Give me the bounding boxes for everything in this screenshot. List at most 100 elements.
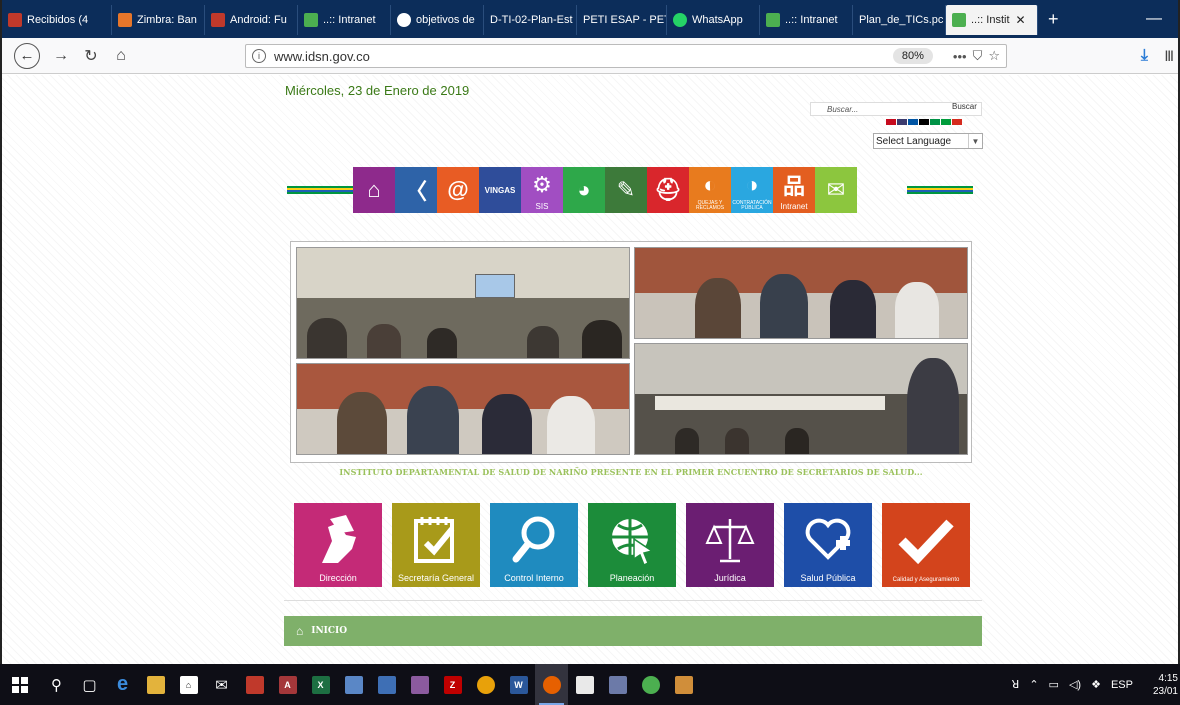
owl-icon[interactable]: ◕ xyxy=(563,167,605,213)
file-explorer-icon[interactable] xyxy=(139,664,172,705)
notepad-icon[interactable]: ✎ xyxy=(605,167,647,213)
excel-icon[interactable]: X xyxy=(304,664,337,705)
navigation-bar: ← → ↻ ⌂ i www.idsn.gov.co 80% ••• ⛉ ☆ ⤓ … xyxy=(2,38,1178,74)
tile-control-interno[interactable]: Control Interno xyxy=(490,503,578,587)
flag-icon[interactable] xyxy=(941,119,951,125)
search-button[interactable]: Buscar xyxy=(952,102,977,111)
tab[interactable]: Android: Fu xyxy=(205,5,298,35)
sis-icon[interactable]: ⚙ SIS xyxy=(521,167,563,213)
system-tray: ꓤ ⌃ ▭ ◁) ❖ ESP 4:15 23/01 xyxy=(1002,664,1180,705)
home-button[interactable]: ⌂ xyxy=(112,47,130,65)
flag-icon[interactable] xyxy=(919,119,929,125)
flag-icon[interactable] xyxy=(886,119,896,125)
flag-icon[interactable] xyxy=(908,119,918,125)
flag-icon[interactable] xyxy=(930,119,940,125)
tab[interactable]: Zimbra: Ban xyxy=(112,5,205,35)
forward-button[interactable]: → xyxy=(52,47,70,65)
app-icon[interactable] xyxy=(238,664,271,705)
browser-tab-bar: Recibidos (4 Zimbra: Ban Android: Fu ..:… xyxy=(2,0,1178,38)
page-actions-icon[interactable]: ••• xyxy=(953,49,967,64)
colombia-stripe-left xyxy=(287,186,353,194)
flag-icon[interactable] xyxy=(897,119,907,125)
tab[interactable]: ..:: Intranet xyxy=(298,5,391,35)
bookmark-star-icon[interactable]: ☆ xyxy=(988,48,1000,64)
divider xyxy=(284,600,982,601)
paint-icon[interactable] xyxy=(667,664,700,705)
clock[interactable]: 4:15 23/01 xyxy=(1143,672,1178,698)
flag-icon[interactable] xyxy=(952,119,962,125)
task-view-icon[interactable]: ▢ xyxy=(73,664,106,705)
magnifier-icon xyxy=(490,513,578,567)
windows-start-icon[interactable] xyxy=(0,664,40,705)
email-at-icon[interactable]: @ xyxy=(437,167,479,213)
tab[interactable]: WhatsApp xyxy=(667,5,760,35)
mail-icon[interactable]: ✉ xyxy=(815,167,857,213)
url-bar[interactable]: i www.idsn.gov.co 80% ••• ⛉ ☆ xyxy=(245,44,1007,68)
tile-planeacion[interactable]: Planeación xyxy=(588,503,676,587)
language-select[interactable]: Select Language ▼ xyxy=(873,133,983,149)
store-icon[interactable]: ⌂ xyxy=(172,664,205,705)
remote-desktop-icon[interactable] xyxy=(370,664,403,705)
home-icon[interactable]: ⌂ xyxy=(353,167,395,213)
maps-icon[interactable] xyxy=(634,664,667,705)
feather-icon[interactable]: 〈 xyxy=(395,167,437,213)
vingas-icon[interactable]: VINGAS xyxy=(479,167,521,213)
edge-icon[interactable]: e xyxy=(106,664,139,705)
zoom-indicator[interactable]: 80% xyxy=(892,48,933,64)
tile-salud-publica[interactable]: Salud Pública xyxy=(784,503,872,587)
access-icon[interactable]: A xyxy=(271,664,304,705)
scales-icon xyxy=(686,513,774,567)
firefox-icon[interactable] xyxy=(535,664,568,705)
people-icon[interactable]: ꓤ xyxy=(1012,678,1020,691)
search-icon[interactable]: ⚲ xyxy=(40,664,73,705)
quick-access-toolbar: ⌂ 〈 @ VINGAS ⚙ SIS ◕ ✎ ⛑ ◐ QUEJAS Y RECLAMOS ◑ CONTR… xyxy=(287,167,975,213)
meeting-table xyxy=(655,396,885,410)
news-banner[interactable] xyxy=(290,241,972,463)
intranet-icon[interactable]: 品 Intranet xyxy=(773,167,815,213)
tab[interactable]: Recibidos (4 xyxy=(2,5,112,35)
chevron-down-icon: ▼ xyxy=(968,134,982,148)
helmet-icon[interactable]: ⛑ xyxy=(647,167,689,213)
tab[interactable]: D-TI-02-Plan-Est xyxy=(484,5,577,35)
network-icon[interactable] xyxy=(337,664,370,705)
whatsapp-icon xyxy=(673,13,687,27)
chevron-up-icon[interactable]: ⌃ xyxy=(1029,678,1038,691)
word-icon[interactable]: W xyxy=(502,664,535,705)
back-button[interactable]: ← xyxy=(14,42,40,69)
network-tray-icon[interactable]: ▭ xyxy=(1049,678,1059,691)
banner-caption[interactable]: INSTITUTO DEPARTAMENTAL DE SALUD DE NARI… xyxy=(290,467,972,477)
close-tab-icon[interactable]: ✕ xyxy=(1016,13,1026,27)
info-icon[interactable]: i xyxy=(252,49,266,63)
chrome-icon[interactable] xyxy=(469,664,502,705)
tile-direccion[interactable]: Dirección xyxy=(294,503,382,587)
google-icon xyxy=(397,13,411,27)
dropbox-icon[interactable]: ❖ xyxy=(1091,678,1101,691)
tab[interactable]: objetivos de xyxy=(391,5,484,35)
colombia-stripe-right xyxy=(907,186,973,194)
volume-icon[interactable]: ◁) xyxy=(1069,678,1081,691)
tile-juridica[interactable]: Jurídica xyxy=(686,503,774,587)
minimize-window-button[interactable]: — xyxy=(1130,10,1178,28)
mail-icon[interactable]: ✉ xyxy=(205,664,238,705)
document-icon[interactable] xyxy=(568,664,601,705)
keyboard-icon[interactable] xyxy=(601,664,634,705)
reload-button[interactable]: ↻ xyxy=(82,46,100,66)
toolbar-icons: ⌂ 〈 @ VINGAS ⚙ SIS ◕ ✎ ⛑ ◐ QUEJAS Y RECLAMOS ◑ CONTR… xyxy=(353,167,857,213)
language-indicator[interactable]: ESP xyxy=(1111,679,1133,691)
tab[interactable]: PETI ESAP - PET xyxy=(577,5,667,35)
tab[interactable]: ..:: Intranet xyxy=(760,5,853,35)
contratacion-icon[interactable]: ◑ CONTRATACIÓN PÚBLICA xyxy=(731,167,773,213)
library-icon[interactable]: Ⅲ xyxy=(1164,48,1174,65)
gmail-icon xyxy=(8,13,22,27)
download-icon[interactable]: ⤓ xyxy=(1141,47,1148,65)
tab[interactable]: Plan_de_TICs.pc xyxy=(853,5,946,35)
quejas-icon[interactable]: ◐ QUEJAS Y RECLAMOS xyxy=(689,167,731,213)
home-icon[interactable]: ⌂ xyxy=(296,624,303,638)
pocket-icon[interactable]: ⛉ xyxy=(973,48,983,64)
winrar-icon[interactable] xyxy=(403,664,436,705)
new-tab-button[interactable]: + xyxy=(1038,9,1069,30)
tab-active[interactable]: ..:: Instit ✕ xyxy=(946,5,1038,35)
tile-secretaria-general[interactable]: Secretaría General xyxy=(392,503,480,587)
tile-calidad-aseguramiento[interactable]: Calidad y Aseguramiento xyxy=(882,503,970,587)
filezilla-icon[interactable]: Z xyxy=(436,664,469,705)
